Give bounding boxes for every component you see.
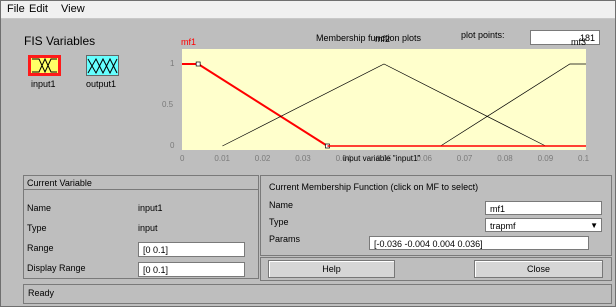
output1-variable-icon[interactable] [86, 55, 119, 76]
mf-type-value: trapmf [490, 221, 516, 231]
mf-shape-icon [32, 57, 57, 74]
menu-edit[interactable]: Edit [29, 3, 48, 15]
mf-handle[interactable] [195, 61, 201, 67]
cv-display-range-input[interactable]: [0 0.1] [138, 262, 245, 277]
current-mf-title: Current Membership Function (click on MF… [269, 182, 479, 192]
mf-params-label: Params [269, 234, 301, 244]
dropdown-arrow-icon: ▼ [590, 221, 598, 230]
cv-type-value: input [138, 223, 158, 233]
x-tick-label: 0.03 [295, 154, 311, 163]
cv-name-label: Name [27, 203, 52, 213]
mf-plot-svg[interactable] [182, 37, 586, 150]
current-variable-panel: Current Variable Name input1 Type input … [23, 175, 259, 279]
cv-name-value: input1 [138, 203, 163, 213]
menu-view[interactable]: View [61, 3, 85, 15]
current-variable-title: Current Variable [27, 178, 92, 188]
fis-variables-title: FIS Variables [24, 34, 96, 48]
menu-file[interactable]: File [7, 3, 25, 15]
mf-editor-window: File Edit View FIS Variables input1 outp… [0, 0, 616, 307]
mf-plot-area [182, 37, 586, 150]
buttons-panel: Help Close [260, 257, 612, 281]
cv-range-input[interactable]: [0 0.1] [138, 242, 245, 257]
menu-bar: File Edit View [1, 1, 615, 19]
help-button[interactable]: Help [268, 260, 395, 278]
x-tick-label: 0.01 [214, 154, 230, 163]
cv-display-range-label: Display Range [27, 263, 86, 273]
mf-name-input[interactable]: mf1 [485, 201, 602, 215]
y-tick-label: 0.5 [162, 100, 174, 109]
mf-type-select[interactable]: trapmf ▼ [485, 218, 602, 232]
x-tick-label: 0.07 [456, 154, 473, 163]
mf1-label[interactable]: mf1 [181, 37, 196, 47]
mf2-label[interactable]: mf2 [375, 34, 390, 44]
status-text: Ready [28, 288, 55, 298]
mf-name-label: Name [269, 200, 294, 210]
x-tick-label: 0.09 [537, 154, 554, 163]
cv-type-label: Type [27, 223, 47, 233]
close-button[interactable]: Close [474, 260, 603, 278]
input1-variable-icon[interactable] [28, 55, 61, 76]
y-tick-label: 0 [170, 141, 175, 150]
x-tick-label: 0.02 [254, 154, 271, 163]
y-tick-label: 1 [170, 59, 175, 68]
mf3-label[interactable]: mf3 [571, 37, 586, 47]
current-mf-panel: Current Membership Function (click on MF… [260, 175, 612, 256]
x-tick-label: 0.1 [578, 154, 590, 163]
output1-label: output1 [86, 79, 117, 89]
x-tick-label: 0.08 [497, 154, 513, 163]
status-bar: Ready [23, 284, 612, 304]
input1-label: input1 [31, 79, 56, 89]
cv-range-label: Range [27, 243, 54, 253]
mf-params-input[interactable]: [-0.036 -0.004 0.004 0.036] [369, 236, 589, 250]
x-tick-label: 0 [180, 154, 185, 163]
current-variable-header: Current Variable [24, 176, 258, 190]
mf-shape-icon [87, 57, 118, 75]
mf-type-label: Type [269, 217, 289, 227]
x-axis-label: input variable "input1" [343, 154, 421, 163]
